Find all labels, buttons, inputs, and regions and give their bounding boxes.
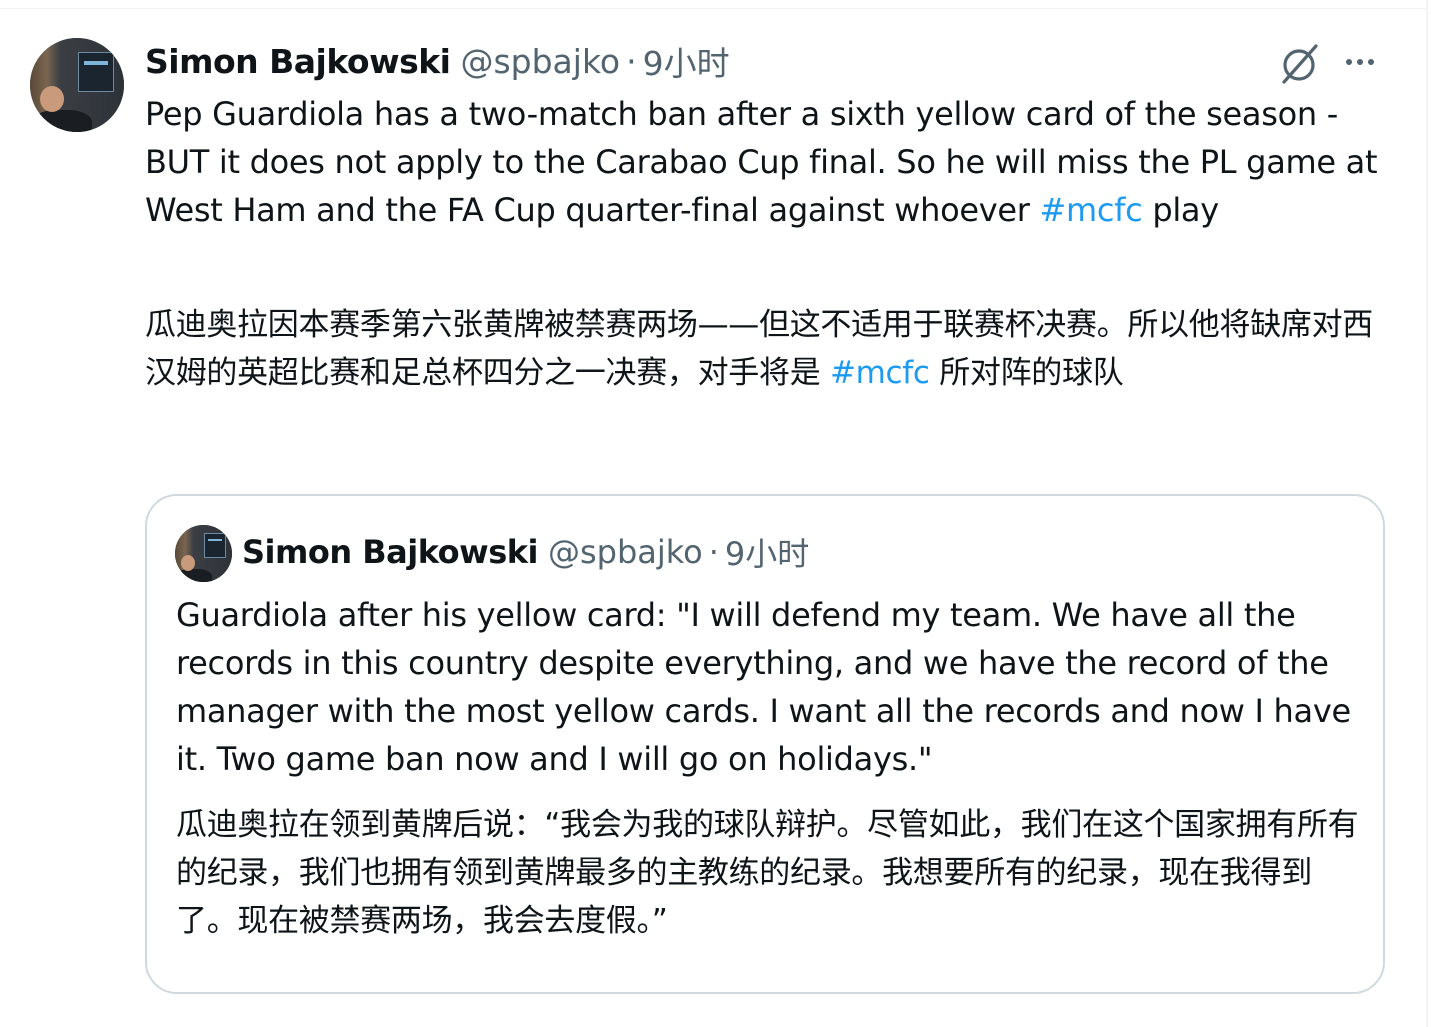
tweet-header: Simon Bajkowski @spbajko · 9小时 bbox=[145, 37, 730, 85]
quoted-avatar[interactable] bbox=[175, 525, 232, 582]
tweet-text-en: Pep Guardiola has a two-match ban after … bbox=[145, 95, 1378, 229]
hashtag-link[interactable]: #mcfc bbox=[830, 355, 930, 391]
top-divider bbox=[0, 8, 1428, 9]
quoted-header: Simon Bajkowski @spbajko · 9小时 bbox=[242, 530, 809, 574]
hashtag-link[interactable]: #mcfc bbox=[1040, 191, 1143, 229]
timestamp[interactable]: 9小时 bbox=[643, 37, 730, 85]
grok-icon[interactable] bbox=[1276, 40, 1324, 88]
quoted-text-zh: 瓜迪奥拉在领到黄牌后说：“我会为我的球队辩护。尽管如此，我们在这个国家拥有所有的… bbox=[176, 807, 1359, 939]
avatar[interactable] bbox=[30, 38, 124, 132]
more-icon[interactable] bbox=[1340, 44, 1380, 80]
quoted-author-handle[interactable]: @spbajko bbox=[548, 533, 703, 571]
right-divider bbox=[1426, 0, 1428, 1027]
tweet-text-zh: 瓜迪奥拉因本赛季第六张黄牌被禁赛两场——但这不适用于联赛杯决赛。所以他将缺席对西… bbox=[145, 307, 1373, 391]
quoted-text-en: Guardiola after his yellow card: "I will… bbox=[176, 596, 1351, 778]
author-name[interactable]: Simon Bajkowski bbox=[145, 42, 451, 81]
separator-dot: · bbox=[626, 41, 637, 81]
quoted-author-name[interactable]: Simon Bajkowski bbox=[242, 533, 538, 571]
separator-dot: · bbox=[708, 533, 719, 571]
author-handle[interactable]: @spbajko bbox=[460, 42, 620, 81]
quoted-timestamp[interactable]: 9小时 bbox=[725, 529, 809, 575]
